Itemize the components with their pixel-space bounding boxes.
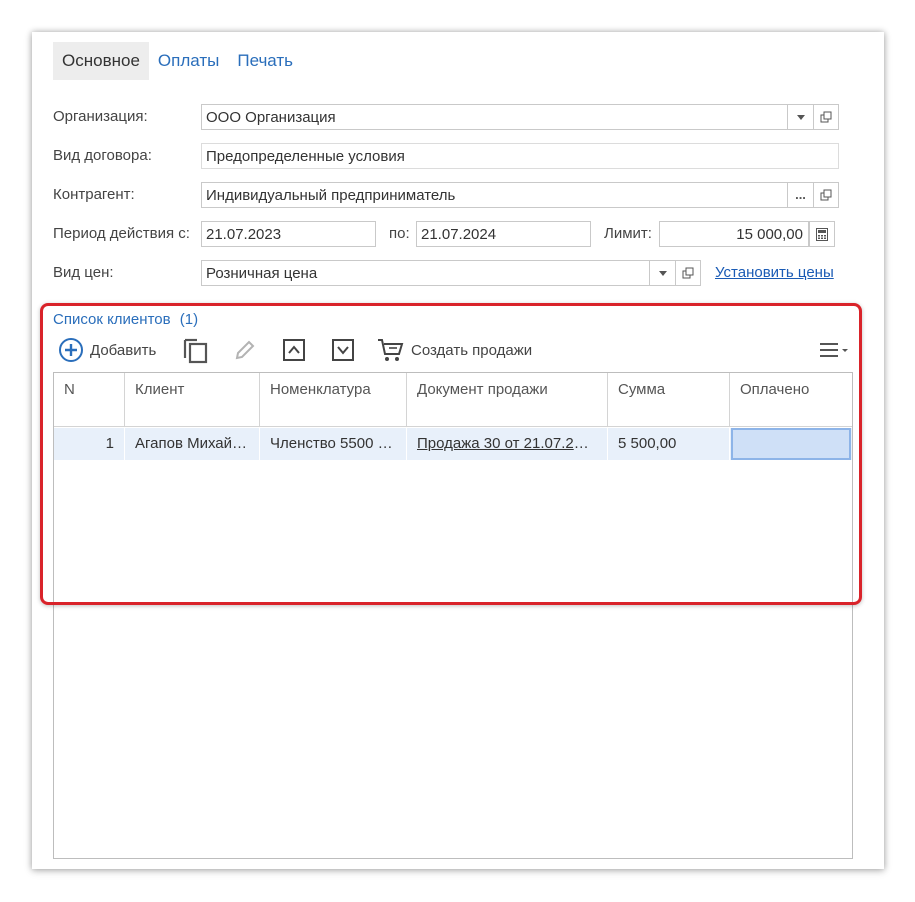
- chevron-down-icon: [796, 114, 805, 120]
- period-to-label: по:: [389, 225, 410, 242]
- contract-field: Предопределенные условия: [201, 143, 839, 169]
- ellipsis-icon: ...: [795, 187, 806, 202]
- counterparty-open-button[interactable]: [813, 182, 839, 208]
- org-dropdown-button[interactable]: [787, 105, 813, 129]
- counterparty-field[interactable]: Индивидуальный предприниматель ...: [201, 182, 813, 208]
- org-value: ООО Организация: [206, 109, 336, 126]
- open-form-icon: [820, 111, 832, 123]
- tab-main[interactable]: Основное: [53, 42, 149, 80]
- tab-bar: Основное Оплаты Печать: [53, 42, 302, 80]
- price-type-open-button[interactable]: [675, 260, 701, 286]
- counterparty-value: Индивидуальный предприниматель: [206, 187, 456, 204]
- period-from-value: 21.07.2023: [206, 226, 282, 243]
- period-label: Период действия с:: [53, 225, 190, 242]
- limit-calc-button[interactable]: [809, 221, 835, 247]
- counterparty-label: Контрагент:: [53, 186, 135, 203]
- period-from-field[interactable]: 21.07.2023: [201, 221, 376, 247]
- price-type-dropdown-button[interactable]: [649, 261, 675, 285]
- limit-field[interactable]: 15 000,00: [659, 221, 809, 247]
- price-type-field[interactable]: Розничная цена: [201, 260, 675, 286]
- open-form-icon: [820, 189, 832, 201]
- limit-value: 15 000,00: [736, 226, 803, 243]
- tab-payments[interactable]: Оплаты: [149, 42, 228, 80]
- open-form-icon: [682, 267, 694, 279]
- counterparty-select-button[interactable]: ...: [787, 183, 813, 207]
- calculator-icon: [816, 227, 828, 241]
- price-type-value: Розничная цена: [206, 265, 318, 282]
- clients-section-highlight: [40, 303, 862, 605]
- limit-label: Лимит:: [604, 225, 652, 242]
- org-field[interactable]: ООО Организация: [201, 104, 813, 130]
- price-type-label: Вид цен:: [53, 264, 114, 281]
- contract-form-window: Основное Оплаты Печать Организация: ООО …: [32, 32, 884, 869]
- org-open-button[interactable]: [813, 104, 839, 130]
- chevron-down-icon: [658, 270, 667, 276]
- contract-value: Предопределенные условия: [206, 148, 405, 165]
- contract-label: Вид договора:: [53, 147, 152, 164]
- period-to-value: 21.07.2024: [421, 226, 497, 243]
- tab-print[interactable]: Печать: [228, 42, 302, 80]
- set-prices-link[interactable]: Установить цены: [715, 259, 834, 287]
- org-label: Организация:: [53, 108, 148, 125]
- period-to-field[interactable]: 21.07.2024: [416, 221, 591, 247]
